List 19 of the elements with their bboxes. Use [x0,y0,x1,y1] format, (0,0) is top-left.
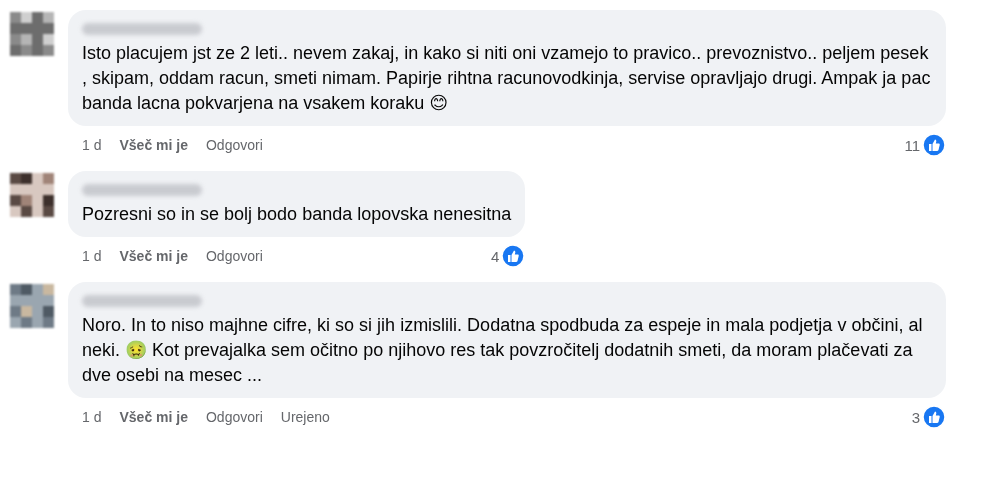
reaction-count[interactable]: 3 [911,408,920,426]
reaction-count[interactable]: 4 [490,247,500,265]
reply-link[interactable]: Odgovori [205,409,263,425]
comment-text: Pozresni so in se bolj bodo banda lopovska nenesitna [82,204,512,224]
comment-time[interactable]: 1 d [82,409,102,425]
edited-label: Urejeno [280,409,330,425]
reaction-count[interactable]: 11 [904,136,920,154]
like-link[interactable]: Všeč mi je [119,248,188,264]
comment-time[interactable]: 1 d [82,248,102,264]
comment-time[interactable]: 1 d [82,137,102,153]
thumbs-up-icon [922,133,946,157]
like-link[interactable]: Všeč mi je [119,409,188,425]
like-link[interactable]: Všeč mi je [119,137,188,153]
comment-text: Isto placujem jst ze 2 leti.. nevem zakaj, in kako si niti oni vzamejo to pravico.. prevoznistvo.. peljem pesek , skipam, oddam racun, smeti nimam. Papirje rihtna racunovodkinja, servise opravljajo drugi. Ampak ja pac banda lacna pokvarjena na vsakem koraku 😊 [82,43,931,113]
reply-link[interactable]: Odgovori [205,137,263,153]
thumbs-up-icon [501,244,526,268]
comment-text: Noro. In to niso majhne cifre, ki so si jih izmislili. Dodatna spodbuda za espeje in mala podjetja v občini, al neki. 🤢 Kot prevajalka sem očitno po njihovo res tak povzročitelj dodatnih smeti, da moram plačevati za dve osebi na mesec ... [82,315,923,385]
thumbs-up-icon [922,405,946,429]
reply-link[interactable]: Odgovori [205,248,263,264]
